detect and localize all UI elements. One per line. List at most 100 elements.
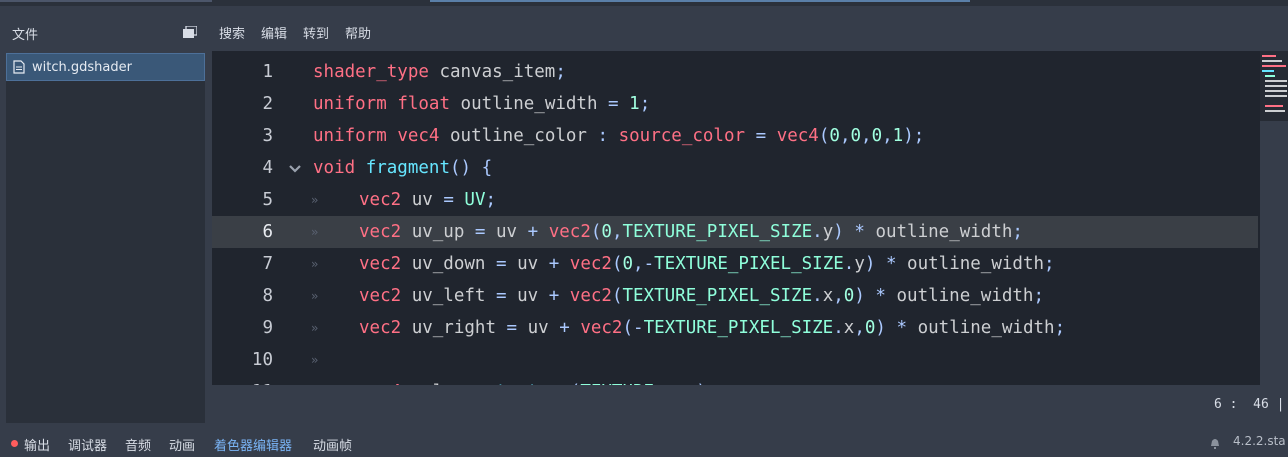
code-token: source_color xyxy=(618,126,746,146)
code-text[interactable]: uniform vec4 outline_color : source_colo… xyxy=(313,120,924,152)
script-menu-bar: 搜索 编辑 转到 帮助 xyxy=(212,20,380,44)
line-number[interactable]: 5 xyxy=(212,184,273,216)
code-token: ) xyxy=(854,286,865,306)
line-number[interactable]: 2 xyxy=(212,88,273,120)
code-text[interactable]: shader_type canvas_item; xyxy=(313,56,566,88)
code-text[interactable]: vec2 uv_up = uv + vec2(0,TEXTURE_PIXEL_S… xyxy=(359,216,1023,248)
code-text[interactable]: vec2 uv_right = uv + vec2(-TEXTURE_PIXEL… xyxy=(359,312,1065,344)
notification-bell-icon[interactable] xyxy=(1208,436,1222,450)
code-token: ( xyxy=(590,222,602,242)
menu-goto[interactable]: 转到 xyxy=(303,23,329,42)
code-line[interactable]: 4 void fragment() { xyxy=(212,152,1258,184)
code-token: ; xyxy=(1012,222,1023,242)
code-token: * xyxy=(885,254,897,274)
tab-shader-editor[interactable]: 着色器编辑器 xyxy=(214,435,292,454)
line-number[interactable]: 4 xyxy=(212,152,273,184)
tab-animation[interactable]: 动画 xyxy=(169,435,195,454)
code-token: , xyxy=(839,126,851,146)
code-token: uv xyxy=(485,222,528,242)
tab-sprite-frames[interactable]: 动画帧 xyxy=(313,435,352,454)
indent-tab-marker: » xyxy=(311,225,319,239)
code-token: uniform xyxy=(313,94,387,114)
menu-search[interactable]: 搜索 xyxy=(219,23,245,42)
code-token: uv_right xyxy=(401,318,507,338)
code-minimap[interactable] xyxy=(1260,51,1288,121)
top-strip-segment xyxy=(0,0,212,2)
code-token: y xyxy=(854,254,865,274)
code-line[interactable]: 8 » vec2 uv_left = uv + vec2(TEXTURE_PIXEL… xyxy=(212,280,1258,312)
code-line[interactable]: 9» vec2 uv_right = uv + vec2(-TEXTURE_PIX… xyxy=(212,312,1258,344)
code-token: 0 xyxy=(622,254,634,274)
code-token: TEXTURE xyxy=(580,382,654,385)
menu-edit[interactable]: 编辑 xyxy=(261,23,287,42)
code-token: texture xyxy=(496,382,570,385)
code-token: , xyxy=(611,222,623,242)
code-token: ; xyxy=(1054,318,1066,338)
code-token: , xyxy=(654,382,675,385)
tab-audio[interactable]: 音频 xyxy=(125,435,151,454)
code-token: = xyxy=(474,222,486,242)
cursor-suffix: | xyxy=(1276,397,1285,412)
code-token: 0 xyxy=(871,126,883,146)
code-text[interactable]: vec2 uv_down = uv + vec2(0,-TEXTURE_PIXE… xyxy=(359,248,1055,280)
toggle-panel-icon[interactable] xyxy=(183,26,197,38)
code-token: x xyxy=(843,318,855,338)
menu-help[interactable]: 帮助 xyxy=(345,23,371,42)
code-token: vec2 xyxy=(359,318,402,338)
line-number[interactable]: 6 xyxy=(212,216,273,248)
code-token: . xyxy=(843,254,855,274)
code-token: 1 xyxy=(892,126,904,146)
code-line[interactable]: 3 uniform vec4 outline_color : source_col… xyxy=(212,120,1258,152)
code-token: . xyxy=(812,286,823,306)
code-text[interactable]: uniform float outline_width = 1; xyxy=(313,88,650,120)
code-token: ) xyxy=(696,382,707,385)
code-token: vec2 xyxy=(359,286,402,306)
code-line[interactable]: 1 shader_type canvas_item; xyxy=(212,56,1258,88)
bottom-panel-bar: 输出 调试器 音频 动画 着色器编辑器 动画帧 4.2.2.sta xyxy=(0,430,1288,457)
code-text[interactable]: void fragment() { xyxy=(313,152,492,184)
line-number[interactable]: 7 xyxy=(212,248,273,280)
line-number[interactable]: 11 xyxy=(212,376,273,385)
line-number[interactable]: 8 xyxy=(212,280,273,312)
file-item-witch-gdshader[interactable]: witch.gdshader xyxy=(6,53,205,81)
code-token: vec2 xyxy=(580,318,623,338)
tab-debugger[interactable]: 调试器 xyxy=(68,435,107,454)
code-token: = xyxy=(495,286,507,306)
indent-tab-marker: » xyxy=(311,289,319,303)
code-line[interactable]: 11 » vec4 color = texture(TEXTURE, uv) xyxy=(212,376,1258,385)
code-token: , xyxy=(882,126,893,146)
code-line[interactable]: 6 » vec2 uv_up = uv + vec2(0,TEXTURE_PIXEL… xyxy=(212,216,1258,248)
line-number[interactable]: 10 xyxy=(212,344,273,376)
code-line[interactable]: 10 » xyxy=(212,344,1258,376)
code-token: 1 xyxy=(629,94,640,114)
fold-chevron-icon[interactable] xyxy=(289,164,301,174)
code-token: = xyxy=(608,94,619,114)
code-text[interactable]: vec2 uv = UV; xyxy=(359,184,496,216)
indent-tab-marker: » xyxy=(311,353,319,367)
code-token: vec2 xyxy=(569,254,612,274)
code-text[interactable]: vec2 uv_left = uv + vec2(TEXTURE_PIXEL_S… xyxy=(359,280,1044,312)
code-line[interactable]: 7» vec2 uv_down = uv + vec2(0,-TEXTURE_PI… xyxy=(212,248,1258,280)
code-token: ( xyxy=(611,254,623,274)
code-token: uv xyxy=(506,286,549,306)
code-line[interactable]: 2 uniform float outline_width = 1; xyxy=(212,88,1258,120)
line-number[interactable]: 1 xyxy=(212,56,273,88)
line-number[interactable]: 9 xyxy=(212,312,273,344)
code-line[interactable]: 5 » vec2 uv = UV; xyxy=(212,184,1258,216)
tab-output[interactable]: 输出 xyxy=(24,435,50,454)
code-token: uv xyxy=(517,318,560,338)
code-text[interactable]: vec4 color = texture(TEXTURE, uv) xyxy=(359,376,707,385)
code-token: + xyxy=(559,318,570,338)
line-number[interactable]: 3 xyxy=(212,120,273,152)
code-editor[interactable]: 1 shader_type canvas_item; 2 uniform float … xyxy=(212,51,1260,385)
code-token: outline_width xyxy=(907,318,1055,338)
shader-file-icon xyxy=(13,60,25,74)
